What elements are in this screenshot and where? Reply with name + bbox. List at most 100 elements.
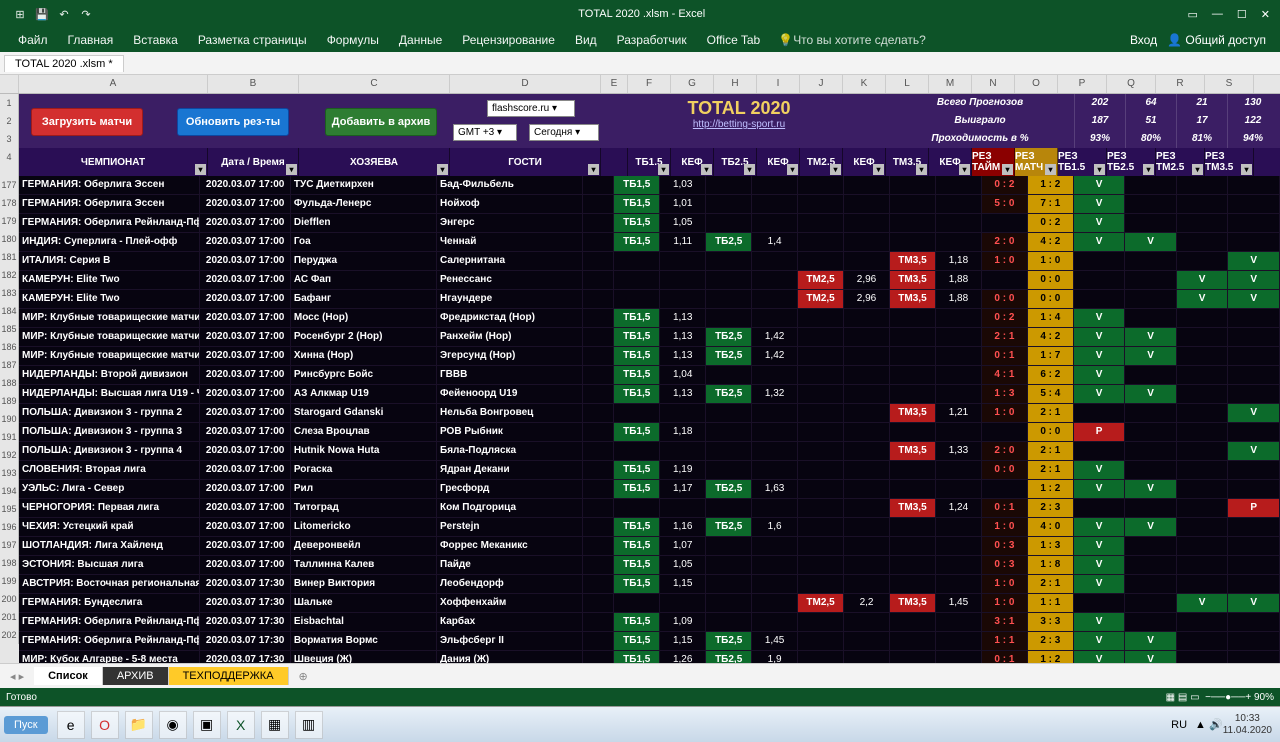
row-header[interactable]: 194 bbox=[0, 482, 19, 500]
row-header[interactable]: 189 bbox=[0, 392, 19, 410]
clock[interactable]: 10:3311.04.2020 bbox=[1223, 713, 1276, 737]
filter-icon[interactable]: ▾ bbox=[1192, 164, 1203, 175]
sheet-tab-archive[interactable]: АРХИВ bbox=[103, 667, 169, 685]
filter-icon[interactable]: ▾ bbox=[1002, 164, 1013, 175]
row-header[interactable]: 195 bbox=[0, 500, 19, 518]
add-archive-button[interactable]: Добавить в архив bbox=[325, 108, 437, 136]
sheet-tab-list[interactable]: Список bbox=[34, 667, 103, 685]
view-layout-icon[interactable]: ▤ bbox=[1178, 692, 1187, 703]
ie-icon[interactable]: e bbox=[57, 711, 85, 739]
col-header[interactable]: K bbox=[843, 75, 886, 93]
row-header[interactable]: 177 bbox=[0, 176, 19, 194]
table-row[interactable]: УЭЛЬС: Лига - Север2020.03.07 17:00РилГр… bbox=[19, 480, 1280, 499]
col-header[interactable]: H bbox=[714, 75, 757, 93]
table-row[interactable]: ШОТЛАНДИЯ: Лига Хайленд2020.03.07 17:00Д… bbox=[19, 537, 1280, 556]
refresh-results-button[interactable]: Обновить рез-ты bbox=[177, 108, 289, 136]
filter-icon[interactable]: ▾ bbox=[787, 164, 798, 175]
ribbon-tab[interactable]: Вид bbox=[565, 33, 607, 47]
filter-icon[interactable]: ▾ bbox=[701, 164, 712, 175]
ribbon-tab[interactable]: Формулы bbox=[317, 33, 389, 47]
row-header[interactable]: 192 bbox=[0, 446, 19, 464]
file-tab[interactable]: Файл bbox=[8, 33, 58, 47]
row-header[interactable]: 199 bbox=[0, 572, 19, 590]
row-header[interactable]: 197 bbox=[0, 536, 19, 554]
row-header[interactable]: 4 bbox=[0, 148, 19, 176]
table-row[interactable]: ГЕРМАНИЯ: Бундеслига2020.03.07 17:30Шаль… bbox=[19, 594, 1280, 613]
filter-icon[interactable]: ▾ bbox=[437, 164, 448, 175]
table-row[interactable]: ПОЛЬША: Дивизион 3 - группа 22020.03.07 … bbox=[19, 404, 1280, 423]
col-header[interactable]: G bbox=[671, 75, 714, 93]
table-row[interactable]: КАМЕРУН: Elite Two2020.03.07 17:00Бафанг… bbox=[19, 290, 1280, 309]
chrome-icon[interactable]: ◉ bbox=[159, 711, 187, 739]
tell-me-search[interactable]: 💡 Что вы хотите сделать? bbox=[778, 33, 926, 47]
filter-icon[interactable]: ▾ bbox=[1241, 164, 1252, 175]
filter-icon[interactable]: ▾ bbox=[873, 164, 884, 175]
ribbon-tab[interactable]: Office Tab bbox=[697, 33, 771, 47]
col-header[interactable]: I bbox=[757, 75, 800, 93]
table-row[interactable]: ЧЕХИЯ: Устецкий край2020.03.07 17:00Lito… bbox=[19, 518, 1280, 537]
row-header[interactable]: 183 bbox=[0, 284, 19, 302]
table-row[interactable]: ЭСТОНИЯ: Высшая лига2020.03.07 17:00Талл… bbox=[19, 556, 1280, 575]
table-row[interactable]: ГЕРМАНИЯ: Оберлига Рейнланд-Пфал2020.03.… bbox=[19, 613, 1280, 632]
explorer-icon[interactable]: 📁 bbox=[125, 711, 153, 739]
app3-icon[interactable]: ▥ bbox=[295, 711, 323, 739]
table-row[interactable]: ГЕРМАНИЯ: Оберлига Эссен2020.03.07 17:00… bbox=[19, 195, 1280, 214]
table-row[interactable]: ПОЛЬША: Дивизион 3 - группа 32020.03.07 … bbox=[19, 423, 1280, 442]
row-header[interactable]: 188 bbox=[0, 374, 19, 392]
row-header[interactable]: 186 bbox=[0, 338, 19, 356]
filter-icon[interactable]: ▾ bbox=[1143, 164, 1154, 175]
row-header[interactable]: 184 bbox=[0, 302, 19, 320]
filter-icon[interactable]: ▾ bbox=[195, 164, 206, 175]
table-row[interactable]: АВСТРИЯ: Восточная региональная ли2020.0… bbox=[19, 575, 1280, 594]
filter-icon[interactable]: ▾ bbox=[286, 164, 297, 175]
save-icon[interactable]: 💾 bbox=[34, 8, 50, 21]
row-header[interactable]: 178 bbox=[0, 194, 19, 212]
row-header[interactable]: 180 bbox=[0, 230, 19, 248]
table-row[interactable]: МИР: Клубные товарищеские матчи2020.03.0… bbox=[19, 309, 1280, 328]
table-row[interactable]: НИДЕРЛАНДЫ: Высшая лига U19 - Чем2020.03… bbox=[19, 385, 1280, 404]
table-row[interactable]: СЛОВЕНИЯ: Вторая лига2020.03.07 17:00Рог… bbox=[19, 461, 1280, 480]
col-header[interactable]: O bbox=[1015, 75, 1058, 93]
row-header[interactable]: 200 bbox=[0, 590, 19, 608]
ribbon-tab[interactable]: Данные bbox=[389, 33, 452, 47]
table-row[interactable]: ПОЛЬША: Дивизион 3 - группа 42020.03.07 … bbox=[19, 442, 1280, 461]
row-header[interactable]: 187 bbox=[0, 356, 19, 374]
table-row[interactable]: ГЕРМАНИЯ: Оберлига Рейнланд-Пфал2020.03.… bbox=[19, 214, 1280, 233]
filter-icon[interactable]: ▾ bbox=[1094, 164, 1105, 175]
sheet-nav[interactable]: ◂ ▸ bbox=[0, 670, 34, 683]
row-header[interactable]: 196 bbox=[0, 518, 19, 536]
language-indicator[interactable]: RU bbox=[1171, 719, 1187, 731]
view-break-icon[interactable]: ▭ bbox=[1190, 692, 1199, 703]
table-row[interactable]: ЧЕРНОГОРИЯ: Первая лига2020.03.07 17:00Т… bbox=[19, 499, 1280, 518]
app-icon[interactable]: ▣ bbox=[193, 711, 221, 739]
col-header[interactable]: M bbox=[929, 75, 972, 93]
col-header[interactable]: D bbox=[450, 75, 601, 93]
ribbon-tab[interactable]: Вставка bbox=[123, 33, 188, 47]
zoom-in-icon[interactable]: + bbox=[1245, 692, 1251, 703]
row-header[interactable]: 191 bbox=[0, 428, 19, 446]
table-row[interactable]: МИР: Клубные товарищеские матчи2020.03.0… bbox=[19, 347, 1280, 366]
sheet-tab-support[interactable]: ТЕХПОДДЕРЖКА bbox=[169, 667, 289, 685]
view-normal-icon[interactable]: ▦ bbox=[1166, 692, 1175, 703]
workbook-tab[interactable]: TOTAL 2020 .xlsm * bbox=[4, 55, 124, 72]
table-row[interactable]: ГЕРМАНИЯ: Оберлига Эссен2020.03.07 17:00… bbox=[19, 176, 1280, 195]
row-header[interactable]: 193 bbox=[0, 464, 19, 482]
day-dropdown[interactable]: Сегодня ▾ bbox=[529, 124, 599, 141]
app2-icon[interactable]: ▦ bbox=[261, 711, 289, 739]
ribbon-tab[interactable]: Разработчик bbox=[607, 33, 697, 47]
row-header[interactable]: 179 bbox=[0, 212, 19, 230]
filter-icon[interactable]: ▾ bbox=[588, 164, 599, 175]
row-header[interactable]: 181 bbox=[0, 248, 19, 266]
close-icon[interactable]: ✕ bbox=[1261, 8, 1270, 21]
col-header[interactable]: R bbox=[1156, 75, 1205, 93]
col-header[interactable]: B bbox=[208, 75, 299, 93]
table-row[interactable]: МИР: Клубные товарищеские матчи2020.03.0… bbox=[19, 328, 1280, 347]
table-row[interactable]: ИНДИЯ: Суперлига - Плей-офф2020.03.07 17… bbox=[19, 233, 1280, 252]
col-header[interactable]: P bbox=[1058, 75, 1107, 93]
filter-icon[interactable]: ▾ bbox=[1045, 164, 1056, 175]
ribbon-tab[interactable]: Рецензирование bbox=[452, 33, 565, 47]
filter-icon[interactable]: ▾ bbox=[916, 164, 927, 175]
row-header[interactable]: 198 bbox=[0, 554, 19, 572]
col-header[interactable]: C bbox=[299, 75, 450, 93]
redo-icon[interactable]: ↷ bbox=[78, 8, 94, 21]
